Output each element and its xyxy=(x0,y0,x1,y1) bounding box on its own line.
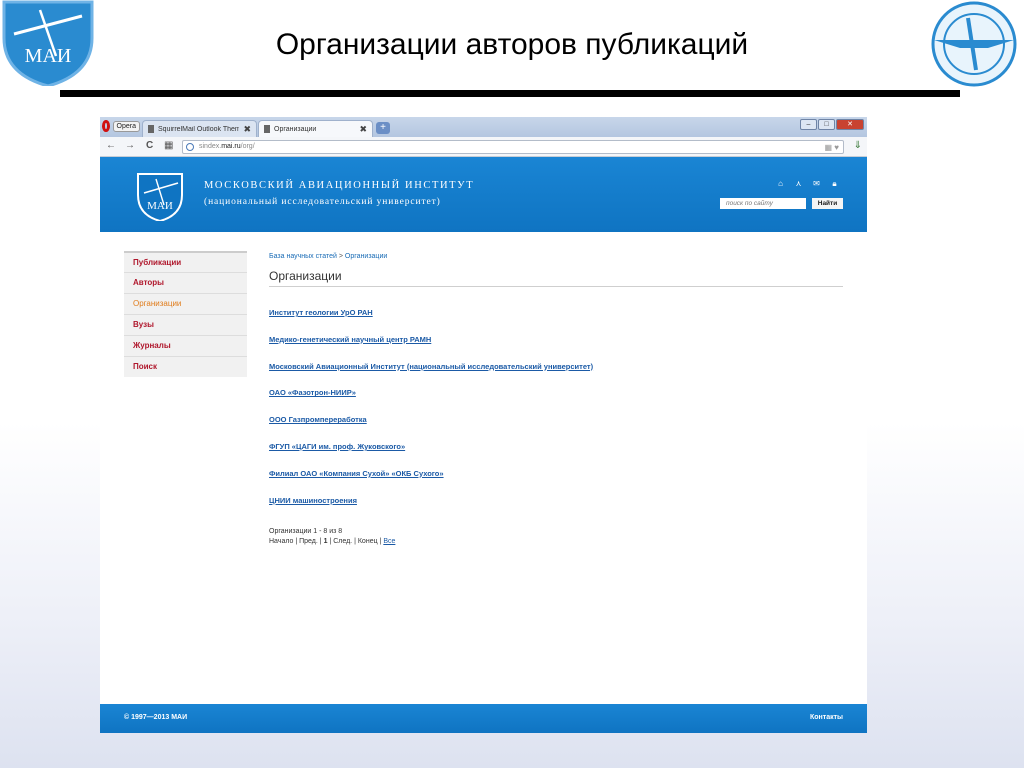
sidebar-item-organizations[interactable]: Организации xyxy=(124,293,247,314)
breadcrumb-home[interactable]: База научных статей xyxy=(269,253,337,260)
header-icons: ⌂ ⋏ ✉ 🔒︎ xyxy=(776,179,839,189)
url-host: mai.ru xyxy=(221,143,241,150)
tab-organizations[interactable]: Организации ✖ xyxy=(258,120,373,137)
opera-menu-button[interactable]: Opera xyxy=(100,118,140,134)
main-content: База научных статей > Организации Органи… xyxy=(269,251,843,545)
site-logo-text: МАИ xyxy=(147,200,173,212)
url-input[interactable]: sindex.mai.ru/org/ ▦ ♥ xyxy=(182,140,844,154)
back-button[interactable]: ← xyxy=(106,140,116,151)
close-tab-icon[interactable]: ✖ xyxy=(243,124,251,135)
forward-button[interactable]: → xyxy=(125,140,135,151)
page-icon xyxy=(264,125,270,133)
url-path: /org/ xyxy=(240,143,255,150)
bookmark-icon[interactable]: ▦ ♥ xyxy=(824,142,839,154)
pager-end: Конец xyxy=(357,538,378,546)
organization-link[interactable]: ФГУП «ЦАГИ им. проф. Жуковского» xyxy=(269,441,843,468)
pager-separator: | xyxy=(295,538,298,546)
download-icon[interactable]: ⇓ xyxy=(854,140,862,151)
slide-title: Организации авторов публикаций xyxy=(275,28,749,61)
site-subtitle: (национальный исследовательский универси… xyxy=(204,197,441,207)
lock-icon[interactable]: 🔒︎ xyxy=(830,179,839,189)
search-button[interactable]: Найти xyxy=(812,198,843,209)
minimize-button[interactable]: – xyxy=(800,119,817,130)
pager-separator: | xyxy=(329,538,332,546)
breadcrumb-current[interactable]: Организации xyxy=(345,253,387,260)
site-info-icon[interactable] xyxy=(186,143,194,151)
mail-icon[interactable]: ✉ xyxy=(812,179,821,189)
maximize-button[interactable]: □ xyxy=(818,119,835,130)
sidebar-nav: Публикации Авторы Организации Вузы Журна… xyxy=(124,251,247,377)
opera-menu-label: Opera xyxy=(112,120,140,132)
sitemap-icon[interactable]: ⋏ xyxy=(794,179,803,189)
pager-all-link[interactable]: Все xyxy=(383,538,395,545)
url-prefix: sindex. xyxy=(199,143,222,150)
pager-separator: | xyxy=(379,538,382,546)
new-tab-button[interactable]: + xyxy=(376,122,390,134)
footer-contacts-link[interactable]: Контакты xyxy=(810,714,843,721)
breadcrumb: База научных статей > Организации xyxy=(269,253,843,260)
pager-current-page: 1 xyxy=(323,538,328,546)
sidebar-item-universities[interactable]: Вузы xyxy=(124,314,247,335)
browser-window: Opera SquirrelMail Outlook Theme ✖ Орган… xyxy=(100,117,867,733)
sidebar-item-journals[interactable]: Журналы xyxy=(124,335,247,356)
site-header: МАИ МОСКОВСКИЙ АВИАЦИОННЫЙ ИНСТИТУТ (нац… xyxy=(100,157,867,232)
tab-squirrelmail[interactable]: SquirrelMail Outlook Theme ✖ xyxy=(142,120,257,137)
pager-separator: | xyxy=(319,538,322,546)
home-icon[interactable]: ⌂ xyxy=(776,179,785,189)
speed-dial-button[interactable]: ▦ xyxy=(164,140,173,151)
pager-start: Начало xyxy=(269,538,294,546)
close-tab-icon[interactable]: ✖ xyxy=(359,124,367,135)
site-footer: © 1997—2013 МАИ Контакты xyxy=(100,704,867,733)
site-name: МОСКОВСКИЙ АВИАЦИОННЫЙ ИНСТИТУТ xyxy=(204,180,475,191)
organization-link[interactable]: Медико-генетический научный центр РАМН xyxy=(269,334,843,361)
organization-list: Институт геологии УрО РАН Медико-генетич… xyxy=(269,307,843,521)
pager: Начало | Пред. | 1 | След. | Конец | Все xyxy=(269,538,843,545)
pager-prev: Пред. xyxy=(299,538,318,546)
organization-link[interactable]: Филиал ОАО «Компания Сухой» «ОКБ Сухого» xyxy=(269,468,843,495)
sidebar-item-search[interactable]: Поиск xyxy=(124,356,247,377)
footer-copyright: © 1997—2013 МАИ xyxy=(124,714,188,721)
window-controls: – □ ✕ xyxy=(800,119,864,130)
organization-link[interactable]: ОАО «Фазотрон-НИИР» xyxy=(269,387,843,414)
site-search-input[interactable] xyxy=(720,198,806,209)
organization-link[interactable]: Институт геологии УрО РАН xyxy=(269,307,843,334)
organization-link[interactable]: Московский Авиационный Институт (национа… xyxy=(269,361,843,388)
tab-label: Организации xyxy=(274,125,317,133)
breadcrumb-separator: > xyxy=(338,253,343,260)
close-window-button[interactable]: ✕ xyxy=(836,119,864,130)
site-logo[interactable]: МАИ xyxy=(134,171,186,221)
address-bar: ← → C ▦ sindex.mai.ru/org/ ▦ ♥ ⇓ xyxy=(100,137,867,157)
page-icon xyxy=(148,125,154,133)
page-title: Организации xyxy=(269,269,843,287)
organization-link[interactable]: ЦНИИ машиностроения xyxy=(269,495,843,522)
tab-label: SquirrelMail Outlook Theme xyxy=(158,125,240,133)
pager-next: След. xyxy=(333,538,353,546)
pager-separator: | xyxy=(354,538,356,546)
opera-icon xyxy=(102,120,110,132)
organization-link[interactable]: ООО Газпромпереработка xyxy=(269,414,843,441)
pager-info: Организации 1 - 8 из 8 xyxy=(269,528,343,536)
title-rule xyxy=(60,90,960,97)
reload-button[interactable]: C xyxy=(146,140,153,151)
sidebar-item-publications[interactable]: Публикации xyxy=(124,251,247,272)
tab-bar: Opera SquirrelMail Outlook Theme ✖ Орган… xyxy=(100,117,867,137)
sidebar-item-authors[interactable]: Авторы xyxy=(124,272,247,293)
